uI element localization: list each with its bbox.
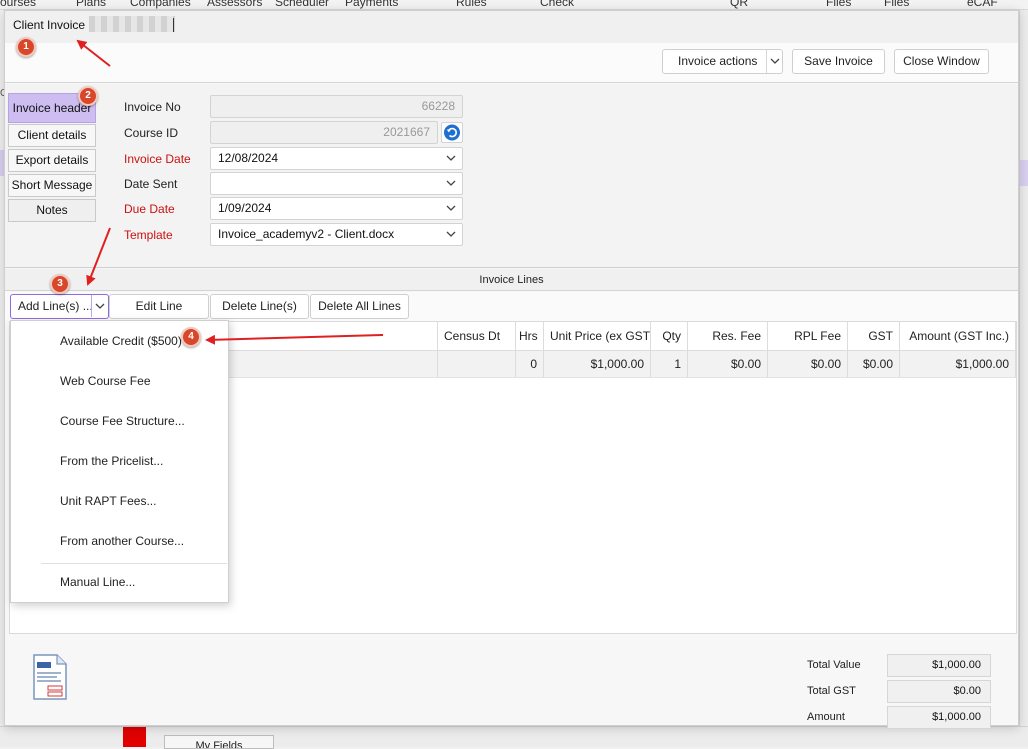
annotation-badge-2: 2 [78, 86, 98, 106]
annotation-badge-3: 3 [50, 274, 70, 294]
annotation-badge-1: 1 [16, 37, 36, 57]
annotation-arrows [76, 39, 384, 345]
annotation-arrow-3 [86, 227, 111, 286]
annotation-badge-4: 4 [181, 327, 201, 347]
annotation-arrow-4 [205, 334, 384, 345]
annotation-arrow-1 [76, 39, 111, 67]
